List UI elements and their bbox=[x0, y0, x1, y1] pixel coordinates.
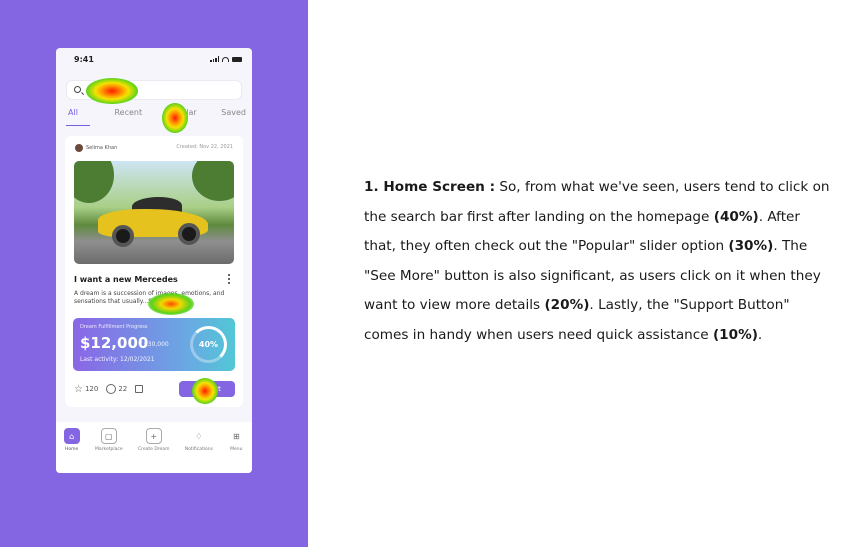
comment-icon bbox=[106, 384, 117, 394]
comment-value: 22 bbox=[118, 385, 128, 393]
avatar bbox=[75, 144, 83, 152]
star-count[interactable]: ☆ 120 bbox=[74, 384, 98, 395]
created-date: Created: Nov 22, 2021 bbox=[176, 144, 233, 150]
star-icon: ☆ bbox=[74, 383, 83, 395]
tree-shape bbox=[192, 161, 234, 201]
progress-amount: $12,000 bbox=[80, 334, 149, 352]
wifi-icon bbox=[222, 56, 229, 62]
progress-label: Dream Fulfillment Progress bbox=[80, 324, 148, 330]
battery-icon bbox=[232, 56, 242, 62]
wheel-shape bbox=[178, 223, 200, 245]
progress-total: / $30,000 bbox=[140, 341, 169, 348]
nav-menu[interactable]: ⊞ Menu bbox=[228, 428, 244, 473]
filter-tabs: All Recent Popular Saved bbox=[66, 108, 246, 126]
search-bar[interactable] bbox=[66, 80, 242, 100]
support-button[interactable]: Support bbox=[179, 381, 235, 397]
comment-count[interactable]: 22 bbox=[106, 384, 127, 394]
tab-saved[interactable]: Saved bbox=[221, 108, 246, 126]
status-bar: 9:41 bbox=[56, 48, 252, 70]
phone-mockup: 9:41 All Recent Popular Saved Selima Kha… bbox=[56, 48, 252, 473]
signal-icon bbox=[210, 56, 219, 62]
explanation-pct-2: (30%) bbox=[728, 238, 774, 255]
star-value: 120 bbox=[84, 385, 99, 393]
nav-label-notifications: Notifications bbox=[184, 447, 213, 452]
last-activity: Last activity: 12/02/2021 bbox=[80, 356, 155, 363]
nav-label-menu: Menu bbox=[230, 447, 243, 452]
explanation-text: 1. Home Screen : So, from what we've see… bbox=[364, 173, 834, 351]
card-title: I want a new Mercedes bbox=[74, 275, 178, 284]
nav-create-dream[interactable]: + Create Dream bbox=[137, 428, 170, 473]
nav-label-create: Create Dream bbox=[137, 447, 170, 452]
tree-shape bbox=[74, 161, 114, 203]
dream-card: Selima Khan Created: Nov 22, 2021 I want… bbox=[65, 136, 243, 407]
search-icon bbox=[74, 86, 81, 93]
status-time: 9:41 bbox=[74, 54, 94, 64]
nav-notifications[interactable]: ♢ Notifications bbox=[185, 428, 213, 473]
card-footer: ☆ 120 22 Support bbox=[74, 381, 235, 397]
wheel-shape bbox=[112, 225, 134, 247]
nav-marketplace[interactable]: ▢ Marketplace bbox=[95, 428, 123, 473]
progress-percent: 40% bbox=[198, 340, 219, 349]
bottom-nav: ⌂ Home ▢ Marketplace + Create Dream ♢ No… bbox=[56, 422, 252, 473]
author-name: Selima Khan bbox=[86, 145, 118, 151]
explanation-heading: 1. Home Screen : bbox=[364, 179, 496, 195]
explanation-pct-1: (40%) bbox=[713, 208, 759, 225]
shop-icon: ▢ bbox=[100, 428, 117, 444]
plus-icon: + bbox=[145, 428, 162, 444]
tab-all[interactable]: All bbox=[66, 108, 90, 126]
grid-icon: ⊞ bbox=[232, 431, 240, 441]
share-icon bbox=[135, 385, 144, 393]
tab-popular[interactable]: Popular bbox=[167, 108, 197, 126]
card-header: Selima Khan Created: Nov 22, 2021 bbox=[75, 144, 233, 152]
card-description[interactable]: A dream is a succession of images, emoti… bbox=[74, 290, 236, 306]
progress-ring: 40% bbox=[190, 326, 227, 363]
nav-home[interactable]: ⌂ Home bbox=[63, 428, 80, 473]
left-panel: 9:41 All Recent Popular Saved Selima Kha… bbox=[0, 0, 308, 547]
status-icons bbox=[210, 56, 242, 62]
more-options-icon[interactable] bbox=[228, 274, 231, 284]
explanation-pct-4: (10%) bbox=[712, 326, 758, 343]
explanation-pct-3: (20%) bbox=[544, 297, 590, 314]
home-icon: ⌂ bbox=[63, 428, 80, 444]
tab-recent[interactable]: Recent bbox=[114, 108, 142, 126]
share-button[interactable] bbox=[135, 385, 144, 393]
bell-icon: ♢ bbox=[195, 431, 203, 441]
nav-label-marketplace: Marketplace bbox=[95, 447, 123, 452]
author[interactable]: Selima Khan bbox=[75, 144, 117, 152]
explanation-part-5: . bbox=[757, 326, 763, 343]
progress-panel: Dream Fulfillment Progress $12,000 / $30… bbox=[73, 318, 235, 371]
car-image bbox=[74, 161, 234, 264]
nav-label-home: Home bbox=[65, 447, 79, 452]
